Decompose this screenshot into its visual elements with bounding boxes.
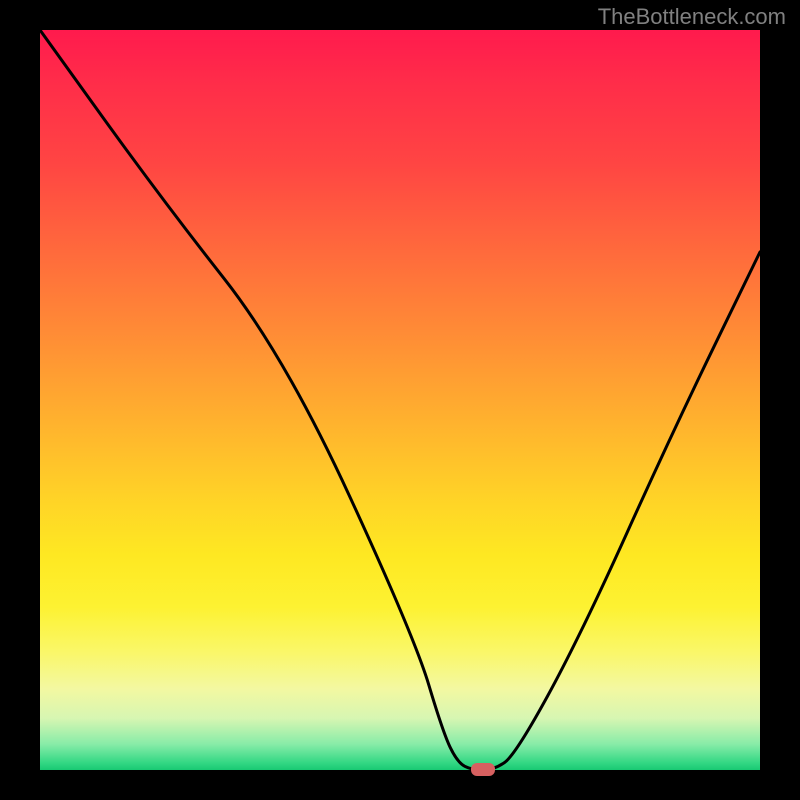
plot-area	[40, 30, 760, 770]
background-gradient	[40, 30, 760, 770]
chart-container: TheBottleneck.com	[0, 0, 800, 800]
optimal-marker	[471, 763, 495, 776]
watermark-text: TheBottleneck.com	[598, 4, 786, 30]
